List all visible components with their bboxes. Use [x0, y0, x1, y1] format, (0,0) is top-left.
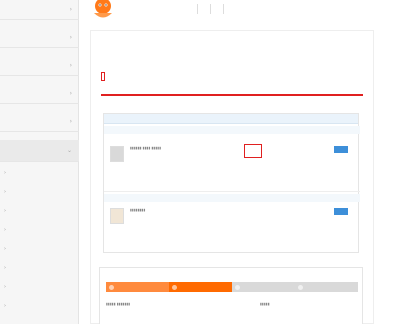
refund-sub-list: › › › › › › › ›: [0, 164, 79, 316]
chevron-right-icon: ›: [69, 90, 72, 97]
top-nav-link[interactable]: [197, 4, 210, 14]
chevron-right-icon: ›: [69, 118, 72, 125]
arrow-right-icon: ›: [4, 284, 6, 290]
refund-progress-steps: [106, 282, 358, 292]
step-dot-icon: [109, 284, 114, 290]
help-article: ▮▮▮▮▮▮ ▮▮▮▮ ▮▮▮▮▮ ▮▮▮▮▮▮▮▮ ▮▮▮▮▮ ▮▮▮▮▮▮▮…: [90, 30, 374, 324]
flow-detail-text: ▮▮▮▮▮: [260, 302, 270, 306]
top-nav-link[interactable]: [210, 4, 223, 14]
top-nav-link[interactable]: [185, 4, 197, 14]
order-list-header: [104, 114, 358, 124]
sidebar-item-shipping[interactable]: ›: [0, 112, 79, 132]
arrow-right-icon: ›: [4, 170, 6, 176]
sub-item-return[interactable]: ›: [0, 183, 79, 202]
flow-detail-text: ▮▮▮▮▮ ▮▮▮▮▮▮▮: [106, 302, 131, 306]
sidebar-item-new-user[interactable]: ›: [0, 0, 79, 20]
sidebar-item-refund[interactable]: ⌄: [0, 140, 79, 162]
refund-status-highlight: [244, 144, 262, 158]
product-description: ▮▮▮▮▮▮▮▮: [130, 208, 146, 212]
arrow-right-icon: ›: [4, 246, 6, 252]
help-sidebar: › › › › › ⌄ › › › › › › › ›: [0, 0, 79, 324]
step-dot-icon: [235, 284, 240, 290]
sub-item-unshipped[interactable]: ›: [0, 164, 79, 183]
sidebar-item-account[interactable]: ›: [0, 28, 79, 48]
top-nav: [185, 4, 236, 14]
sidebar-item-payment[interactable]: ›: [0, 84, 79, 104]
chevron-down-icon: ⌄: [66, 147, 72, 154]
sidebar-item-after-sale[interactable]: [0, 314, 79, 324]
arrow-right-icon: ›: [4, 227, 6, 233]
sub-item-exchange[interactable]: ›: [0, 259, 79, 278]
sub-item-quality[interactable]: ›: [0, 202, 79, 221]
flow-step-1: [106, 282, 169, 292]
taobao-mascot-logo: [88, 0, 118, 20]
product-thumbnail: [110, 208, 124, 224]
order-action-button[interactable]: [334, 146, 348, 153]
sub-item-destination[interactable]: ›: [0, 240, 79, 259]
step-dot-icon: [298, 284, 303, 290]
order-action-button[interactable]: [334, 208, 348, 215]
order-row: ▮▮▮▮▮▮ ▮▮▮▮ ▮▮▮▮▮: [104, 126, 360, 192]
order-row-header: [104, 126, 360, 134]
arrow-right-icon: ›: [4, 208, 6, 214]
chevron-right-icon: ›: [69, 62, 72, 69]
flow-step-3: [232, 282, 295, 292]
order-row-header: [104, 194, 360, 202]
chevron-right-icon: ›: [69, 6, 72, 13]
step-dot-icon: [172, 284, 177, 290]
highlight-underline: [101, 94, 363, 96]
refund-flow-screenshot: ▮▮▮▮▮ ▮▮▮▮▮▮▮ ▮▮▮▮▮: [99, 267, 363, 324]
flow-step-4: [295, 282, 358, 292]
order-row: ▮▮▮▮▮▮▮▮: [104, 194, 360, 250]
apply-service-link[interactable]: [101, 72, 105, 81]
arrow-right-icon: ›: [4, 265, 6, 271]
order-list-screenshot: ▮▮▮▮▮▮ ▮▮▮▮ ▮▮▮▮▮ ▮▮▮▮▮▮▮▮: [103, 113, 360, 253]
flow-step-2: [169, 282, 232, 292]
sub-item-rules[interactable]: ›: [0, 278, 79, 297]
product-thumbnail: [110, 146, 124, 162]
top-nav-link[interactable]: [223, 4, 236, 14]
product-description: ▮▮▮▮▮▮ ▮▮▮▮ ▮▮▮▮▮: [130, 146, 162, 150]
arrow-right-icon: ›: [4, 189, 6, 195]
answer-paragraph: [101, 71, 367, 82]
chevron-right-icon: ›: [69, 34, 72, 41]
sidebar-item-purchase[interactable]: ›: [0, 56, 79, 76]
sub-item-progress[interactable]: ›: [0, 221, 79, 240]
